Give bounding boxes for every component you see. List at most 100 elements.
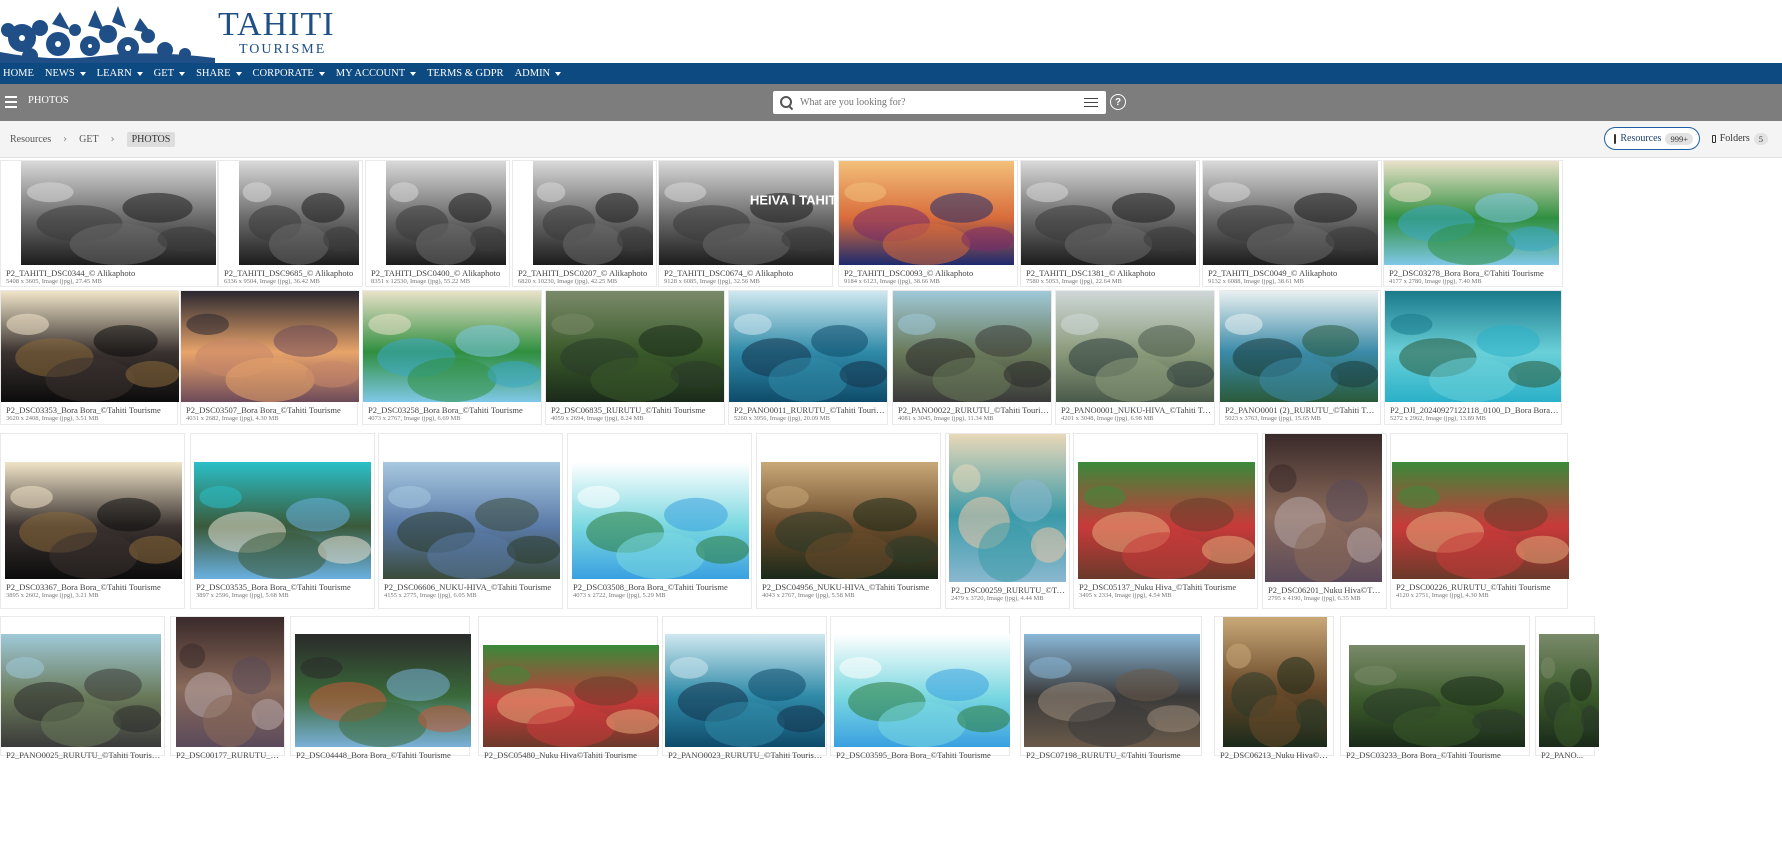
resource-card[interactable]: P2_TAHITI_DSC0093_© Alikaphoto 9184 x 612… — [838, 160, 1018, 287]
resource-thumbnail[interactable] — [1203, 161, 1378, 265]
resource-thumbnail[interactable] — [893, 291, 1051, 402]
resource-card[interactable]: P2_DSC03258_Bora Bora_©Tahiti Tourisme 40… — [362, 290, 542, 425]
resource-card[interactable]: P2_PANO0001 (2)_RURUTU_©Tahiti Tourisme 5… — [1219, 290, 1381, 425]
resource-card[interactable]: P2_PANO0022_RURUTU_©Tahiti Tourisme 4081 … — [892, 290, 1052, 425]
nav-item-get[interactable]: GET — [151, 63, 193, 84]
resource-card[interactable]: P2_DSC03595_Bora Bora_©Tahiti Tourisme — [830, 616, 1010, 760]
resource-title: P2_PANO... — [1541, 750, 1583, 760]
resource-card[interactable]: P2_DSC03278_Bora Bora_©Tahiti Tourisme 41… — [1383, 160, 1563, 287]
brand-name[interactable]: TAHITI — [218, 8, 335, 42]
search-input[interactable] — [800, 97, 1084, 108]
resource-meta: 5260 x 3956, Image (jpg), 20.09 MB — [734, 415, 830, 422]
resource-thumbnail[interactable] — [1220, 291, 1378, 402]
resource-thumbnail[interactable] — [1265, 434, 1382, 582]
nav-item-label: HOME — [3, 68, 34, 79]
resource-thumbnail[interactable] — [239, 161, 359, 265]
resource-thumbnail[interactable] — [839, 161, 1014, 265]
resource-thumbnail[interactable] — [1385, 291, 1561, 402]
resource-card[interactable]: P2_TAHITI_DSC0049_© Alikaphoto 9132 x 608… — [1202, 160, 1382, 287]
resource-thumbnail[interactable] — [383, 462, 560, 579]
resource-card[interactable]: P2_DSC00259_RURUTU_©Tahiti To...2479 x 3… — [945, 433, 1070, 609]
resource-card[interactable]: P2_DJI_20240927122118_0100_D_Bora Bora_©… — [1384, 290, 1562, 425]
brand-subtitle: TOURISME — [239, 42, 327, 57]
nav-item-corporate[interactable]: CORPORATE — [250, 63, 333, 84]
resource-thumbnail[interactable] — [181, 291, 359, 402]
resource-card[interactable]: P2_DSC05137_Nuku Hiva_©Tahiti Tourisme 34… — [1073, 433, 1258, 609]
resource-card[interactable]: P2_TAHITI_DSC0207_© Alikaphoto 6820 x 102… — [512, 160, 657, 287]
resource-card[interactable]: P2_DSC03233_Bora Bora_©Tahiti Tourisme — [1340, 616, 1530, 760]
resource-thumbnail[interactable] — [533, 161, 653, 265]
resource-card[interactable]: P2_PANO0025_RURUTU_©Tahiti Tourisme — [0, 616, 165, 760]
resource-thumbnail[interactable] — [665, 634, 825, 747]
resource-thumbnail[interactable] — [363, 291, 541, 402]
resource-card[interactable]: P2_DSC03353_Bora Bora_©Tahiti Tourisme 36… — [0, 290, 179, 425]
resource-thumbnail[interactable] — [729, 291, 887, 402]
resource-thumbnail[interactable] — [1078, 462, 1255, 579]
resource-thumbnail[interactable] — [1021, 161, 1196, 265]
resource-thumbnail[interactable] — [949, 434, 1066, 582]
resource-thumbnail[interactable] — [1056, 291, 1214, 402]
resource-card[interactable]: P2_PANO0023_RURUTU_©Tahiti Tourisme — [662, 616, 827, 760]
resource-thumbnail[interactable] — [1024, 634, 1200, 747]
resource-card[interactable]: P2_DSC04448_Bora Bora_©Tahiti Tourisme — [290, 616, 471, 760]
nav-item-learn[interactable]: LEARN — [94, 63, 151, 84]
resource-thumbnail[interactable] — [834, 634, 1010, 747]
resource-card[interactable]: P2_DSC00226_RURUTU_©Tahiti Tourisme 4120 … — [1390, 433, 1569, 609]
filter-settings-icon[interactable] — [1084, 97, 1098, 109]
resource-card[interactable]: P2_DSC00177_RURUTU_©Tahiti To... — [170, 616, 285, 760]
resource-card[interactable]: P2_DSC03508_Bora Bora_©Tahiti Tourisme 40… — [567, 433, 752, 609]
resource-card[interactable]: P2_TAHITI_DSC0344_© Alikaphoto 5408 x 360… — [0, 160, 218, 287]
nav-item-home[interactable]: HOME — [0, 63, 42, 84]
resource-thumbnail[interactable] — [21, 161, 216, 265]
resource-card[interactable]: P2_PANO0011_RURUTU_©Tahiti Tourisme 5260 … — [728, 290, 888, 425]
resource-card[interactable]: P2_DSC03367_Bora Bora_©Tahiti Tourisme 38… — [0, 433, 185, 609]
resource-thumbnail[interactable] — [194, 462, 371, 579]
nav-item-admin[interactable]: ADMIN — [512, 63, 570, 84]
help-icon[interactable]: ? — [1110, 94, 1126, 110]
resource-thumbnail[interactable] — [295, 634, 471, 747]
resource-card[interactable]: P2_DSC07198_RURUTU_©Tahiti Tourisme — [1020, 616, 1202, 760]
tab-resources[interactable]: Resources 999+ — [1604, 127, 1700, 150]
resource-thumbnail[interactable] — [386, 161, 506, 265]
resource-title: P2_TAHITI_DSC9685_© Alikaphoto — [224, 268, 354, 278]
resource-thumbnail[interactable] — [761, 462, 938, 579]
resource-card[interactable]: P2_TAHITI_DSC9685_© Alikaphoto 6336 x 950… — [218, 160, 363, 287]
nav-item-terms-gdpr[interactable]: TERMS & GDPR — [424, 63, 511, 84]
resource-thumbnail[interactable] — [1, 291, 179, 402]
resource-thumbnail[interactable] — [1384, 161, 1559, 265]
breadcrumb-item-get[interactable]: GET — [79, 134, 98, 145]
resource-card[interactable]: P2_TAHITI_DSC1381_© Alikaphoto 7580 x 505… — [1020, 160, 1200, 287]
resource-thumbnail[interactable] — [1349, 645, 1525, 747]
resource-card[interactable]: P2_DSC03535_Bora Bora_©Tahiti Tourisme 38… — [190, 433, 375, 609]
resource-thumbnail[interactable] — [1539, 634, 1599, 747]
resource-thumbnail[interactable] — [483, 645, 659, 747]
menu-icon[interactable] — [5, 96, 17, 108]
resource-card[interactable]: P2_PANO0001_NUKU-HIVA_©Tahiti Tourisme42… — [1055, 290, 1215, 425]
search-icon[interactable] — [780, 95, 794, 110]
resource-card[interactable]: P2_DSC04956_NUKU-HIVA_©Tahiti Tourisme 40… — [756, 433, 941, 609]
resource-card[interactable]: P2_DSC06201_Nuku Hiva©Tahiti To...2795 x… — [1262, 433, 1387, 609]
resource-card[interactable]: P2_PANO... — [1535, 616, 1599, 760]
nav-item-news[interactable]: NEWS — [42, 63, 94, 84]
resource-thumbnail[interactable]: HEIVA I TAHITI — [659, 161, 834, 265]
nav-item-share[interactable]: SHARE — [193, 63, 249, 84]
resource-card[interactable]: P2_DSC06213_Nuku Hiva©Tahiti Tourist... — [1214, 616, 1334, 760]
resource-thumbnail[interactable] — [176, 617, 284, 747]
resource-card[interactable]: P2_DSC03507_Bora Bora_©Tahiti Tourisme 40… — [180, 290, 359, 425]
resource-card[interactable]: P2_DSC05480_Nuku Hiva©Tahiti Tourisme — [478, 616, 659, 760]
resource-card[interactable]: HEIVA I TAHITI P2_TAHITI_DSC0674_© Alikap… — [658, 160, 834, 287]
resource-thumbnail[interactable] — [1, 634, 161, 747]
resource-thumbnail[interactable] — [572, 462, 749, 579]
resource-card[interactable]: P2_DSC06835_RURUTU_©Tahiti Tourisme 4059 … — [545, 290, 725, 425]
resource-thumbnail[interactable] — [5, 462, 182, 579]
nav-item-my-account[interactable]: MY ACCOUNT — [333, 63, 424, 84]
nav-item-label: NEWS — [44, 68, 75, 79]
breadcrumb-item-resources[interactable]: Resources — [10, 134, 51, 145]
chevron-right-icon: › — [110, 134, 115, 145]
resource-thumbnail[interactable] — [1392, 462, 1569, 579]
resource-thumbnail[interactable] — [546, 291, 724, 402]
resource-thumbnail[interactable] — [1223, 617, 1327, 747]
resource-card[interactable]: P2_TAHITI_DSC0400_© Alikaphoto 8351 x 125… — [365, 160, 510, 287]
resource-card[interactable]: P2_DSC06606_NUKU-HIVA_©Tahiti Tourisme 41… — [378, 433, 563, 609]
tab-folders[interactable]: Folders 5 — [1703, 127, 1774, 150]
